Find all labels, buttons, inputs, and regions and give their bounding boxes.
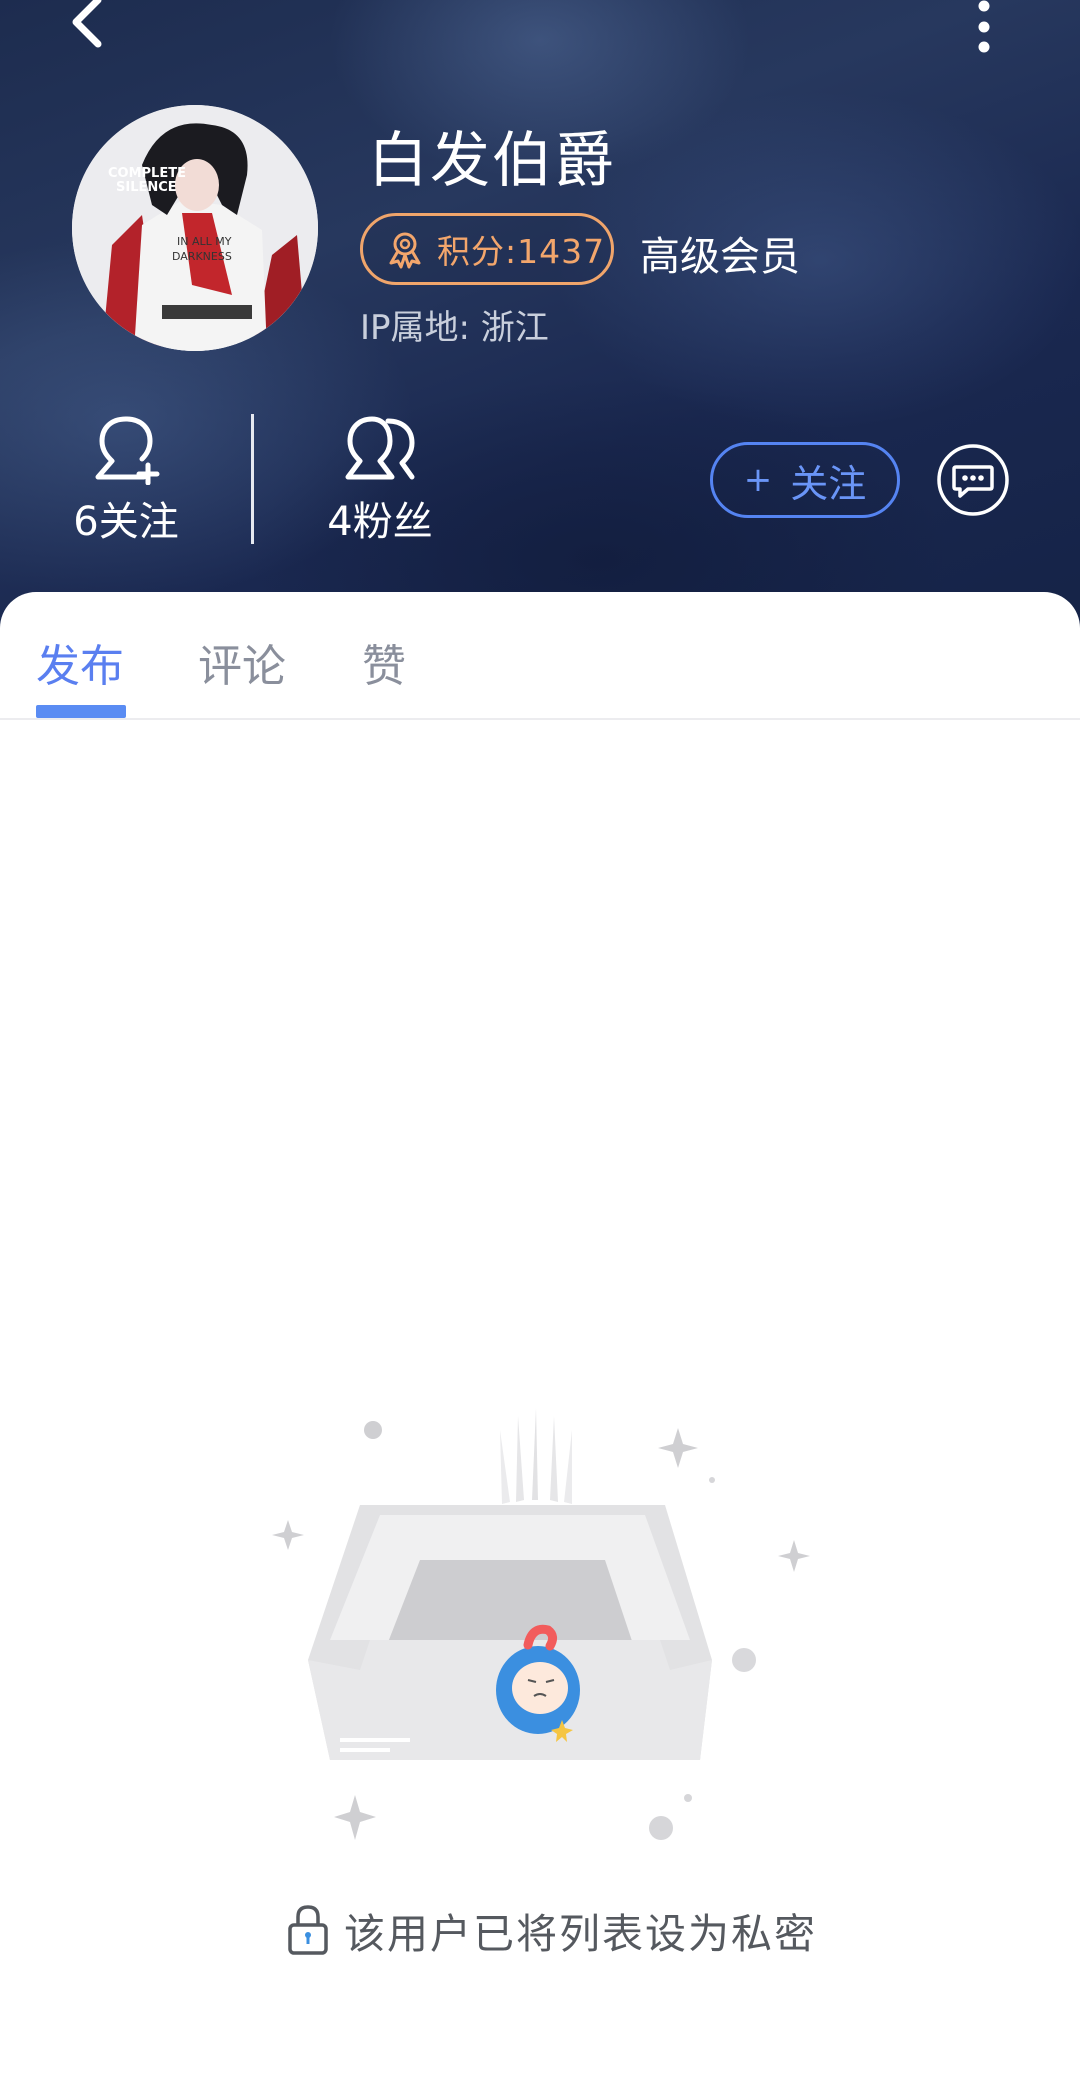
tab-posts[interactable]: 发布 <box>36 630 124 694</box>
fans-stat[interactable]: 4粉丝 <box>290 415 470 547</box>
more-vertical-icon <box>978 0 990 53</box>
member-level: 高级会员 <box>640 234 800 280</box>
empty-box-illustration <box>272 1408 810 1840</box>
svg-text:DARKNESS: DARKNESS <box>172 250 232 263</box>
back-button[interactable] <box>62 0 118 56</box>
chat-bubble-icon <box>937 444 1009 516</box>
tab-comments[interactable]: 评论 <box>198 630 286 694</box>
message-button[interactable] <box>936 443 1010 517</box>
medal-icon <box>389 232 421 269</box>
lock-icon <box>288 1905 328 1955</box>
points-badge[interactable]: 积分:1437 <box>360 213 614 285</box>
avatar[interactable]: IN ALL MY DARKNESS COMPLETE SILENCE <box>72 105 318 351</box>
people-icon <box>345 416 415 480</box>
svg-text:COMPLETE: COMPLETE <box>108 166 186 181</box>
stats-divider <box>251 414 254 544</box>
private-list-message: 该用户已将列表设为私密 <box>344 1910 817 1958</box>
following-stat[interactable]: 6关注 <box>36 415 216 547</box>
tab-likes[interactable]: 赞 <box>362 630 406 694</box>
profile-header: IN ALL MY DARKNESS COMPLETE SILENCE 白发伯爵… <box>0 0 1080 640</box>
more-options-button[interactable] <box>960 0 1008 60</box>
ip-location: IP属地: 浙江 <box>360 308 549 348</box>
follow-label: 关注 <box>790 461 867 506</box>
username: 白发伯爵 <box>368 126 616 196</box>
svg-text:IN ALL MY: IN ALL MY <box>177 235 232 248</box>
fans-count: 4粉丝 <box>327 499 433 545</box>
svg-text:SILENCE: SILENCE <box>116 180 177 195</box>
content-panel: 发布 评论 赞 <box>0 592 1080 2090</box>
active-tab-indicator <box>36 705 126 718</box>
private-list-notice: 该用户已将列表设为私密 <box>286 1900 817 1960</box>
chevron-left-icon <box>72 0 102 48</box>
avatar-image: IN ALL MY DARKNESS COMPLETE SILENCE <box>72 105 318 351</box>
following-count: 6关注 <box>73 499 179 545</box>
follow-button[interactable]: + 关注 <box>710 442 900 518</box>
plus-icon: + <box>743 460 773 500</box>
person-add-icon <box>95 416 160 485</box>
points-value: 积分:1437 <box>437 232 606 271</box>
tab-bar: 发布 评论 赞 <box>0 592 1080 720</box>
